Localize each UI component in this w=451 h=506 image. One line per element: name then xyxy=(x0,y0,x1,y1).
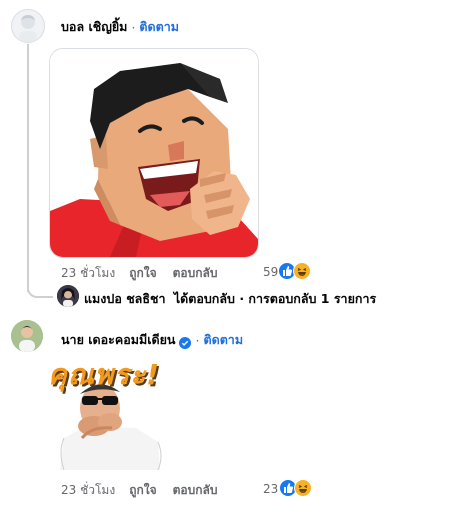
avatar[interactable] xyxy=(11,9,45,43)
verified-badge-icon xyxy=(179,334,192,349)
sticker-image xyxy=(50,49,258,257)
separator-dot: · xyxy=(195,332,200,348)
view-replies-link[interactable]: แมงปอ ชลธิชา ได้ตอบกลับ · การตอบกลับ 1 ร… xyxy=(84,289,376,309)
comment-timestamp[interactable]: 23 ชั่วโมง xyxy=(61,481,115,500)
reply-button[interactable]: ตอบกลับ xyxy=(173,264,218,283)
sticker-caption: คุณพระ! xyxy=(48,358,161,391)
avatar[interactable] xyxy=(11,320,43,352)
like-button[interactable]: ถูกใจ xyxy=(129,481,156,500)
comment-author[interactable]: บอล เชิญยิ้ม xyxy=(61,17,127,37)
reaction-count[interactable]: 23 xyxy=(263,482,278,496)
thread-line-curve xyxy=(27,286,53,298)
reaction-count[interactable]: 59 xyxy=(263,265,278,279)
follow-button[interactable]: ติดตาม xyxy=(139,17,179,37)
separator-dot: · xyxy=(131,19,136,35)
haha-icon[interactable] xyxy=(294,479,312,497)
reply-button[interactable]: ตอบกลับ xyxy=(173,481,218,500)
reply-author-name[interactable]: แมงปอ ชลธิชา xyxy=(84,291,165,306)
like-button[interactable]: ถูกใจ xyxy=(129,264,156,283)
haha-icon[interactable] xyxy=(293,262,311,280)
thread-line xyxy=(27,44,29,292)
follow-button[interactable]: ติดตาม xyxy=(203,330,243,350)
sticker-laughing-man[interactable] xyxy=(49,48,259,258)
reply-author-avatar[interactable] xyxy=(57,285,79,307)
comment-author[interactable]: นาย เดอะคอมมีเดียน xyxy=(61,330,175,350)
comment-timestamp[interactable]: 23 ชั่วโมง xyxy=(61,264,115,283)
reply-summary-text[interactable]: ได้ตอบกลับ · การตอบกลับ 1 รายการ xyxy=(174,291,376,306)
sticker-oh-my-god[interactable]: คุณพระ! xyxy=(46,352,178,471)
